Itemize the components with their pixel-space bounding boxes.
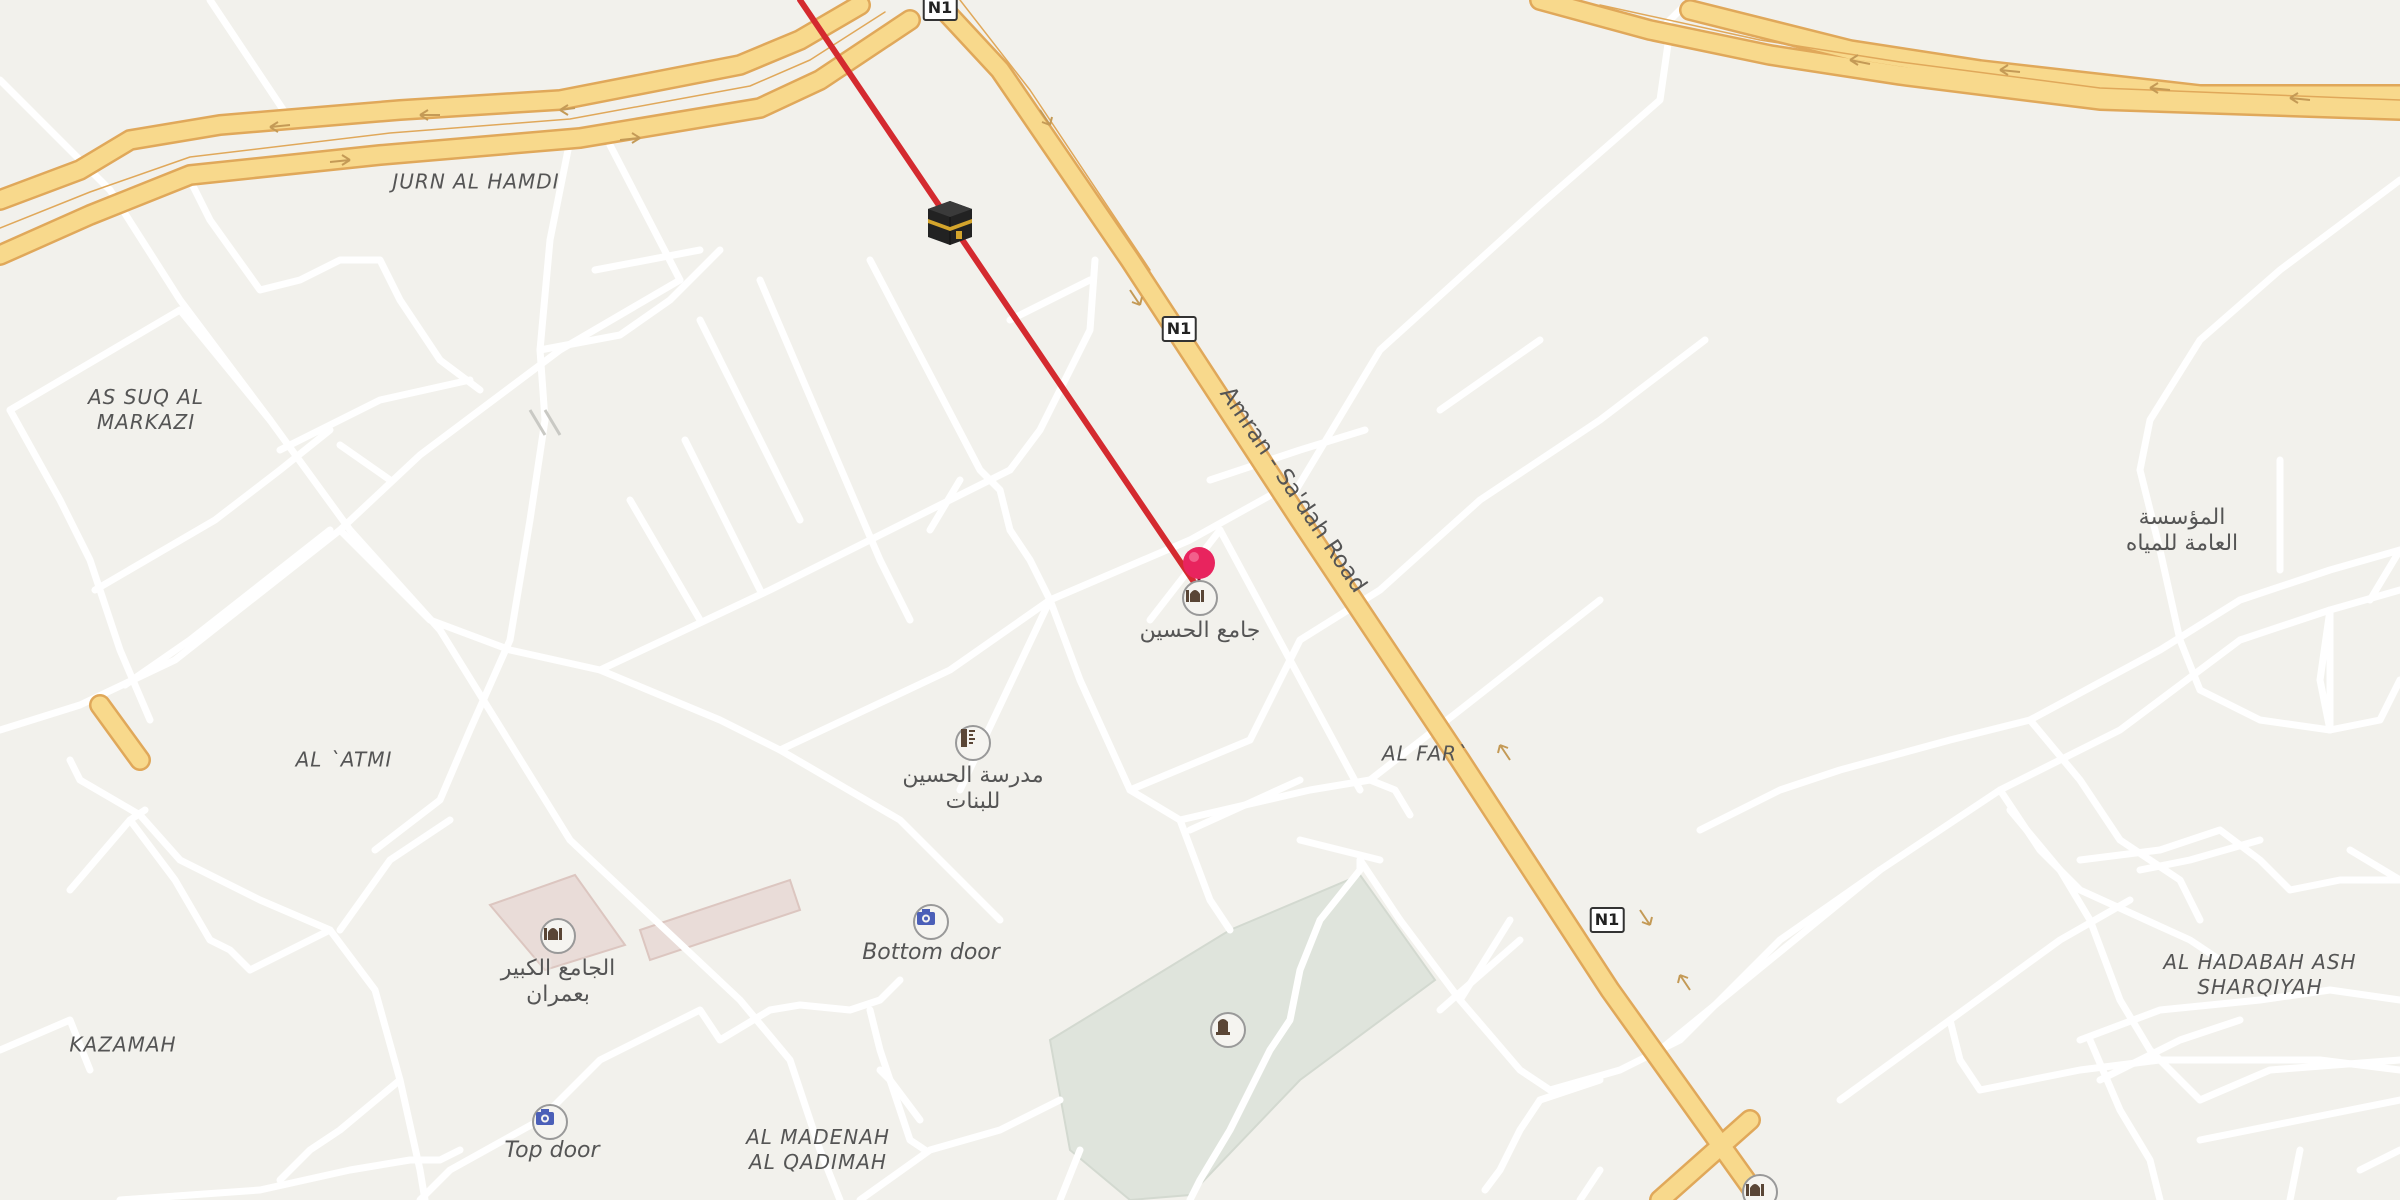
mosque-icon (1746, 1184, 1764, 1196)
poi-label-top-door[interactable]: Top door (504, 1138, 599, 1164)
map-canvas[interactable]: N1 N1 N1 Amran - Sa'dah Road JURN AL HAM… (0, 0, 2400, 1200)
camera-icon (536, 1109, 554, 1125)
area-label-al-far: AL FAR` (1381, 741, 1469, 766)
poi-label-bottom-door[interactable]: Bottom door (862, 940, 1000, 966)
kaaba-marker[interactable] (923, 195, 977, 249)
camera-icon (917, 909, 935, 925)
area-label-jurn-al-hamdi: JURN AL HAMDI (392, 169, 560, 194)
area-label-al-hadabah-ash-sharqiyah: AL HADABAH ASH SHARQIYAH (2163, 950, 2357, 999)
road-shield-n1-middle: N1 (1161, 316, 1197, 342)
poi-label-water-org[interactable]: المؤسسة العامة للمياه (2126, 505, 2238, 557)
mosque-icon (1186, 590, 1204, 602)
school-poi[interactable] (955, 725, 991, 761)
mosque-poi-al-husayn[interactable] (1182, 580, 1218, 616)
road-shield-n1-bottom: N1 (1589, 907, 1625, 933)
tombstone-icon (1216, 1019, 1230, 1035)
school-icon (961, 729, 975, 747)
area-label-al-madenah-al-qadimah: AL MADENAH AL QADIMAH (746, 1125, 890, 1174)
mosque-icon (544, 928, 562, 940)
kaaba-icon (928, 201, 972, 245)
area-label-al-atmi: AL `ATMI (295, 747, 393, 772)
camera-poi-top-door[interactable] (532, 1104, 568, 1140)
poi-label-school[interactable]: مدرسة الحسين للبنات (902, 763, 1043, 815)
road-shield-n1-top: N1 (922, 0, 958, 21)
area-label-as-suq-al-markazi: AS SUQ AL MARKAZI (88, 385, 204, 434)
poi-label-great-mosque[interactable]: الجامع الكبير بعمران (501, 956, 616, 1008)
camera-poi-bottom-door[interactable] (913, 904, 949, 940)
mosque-poi-great[interactable] (540, 918, 576, 954)
cemetery-poi[interactable] (1210, 1012, 1246, 1048)
area-label-kazamah: KAZAMAH (69, 1032, 177, 1057)
poi-label-mosque-al-husayn[interactable]: جامع الحسين (1140, 618, 1261, 644)
